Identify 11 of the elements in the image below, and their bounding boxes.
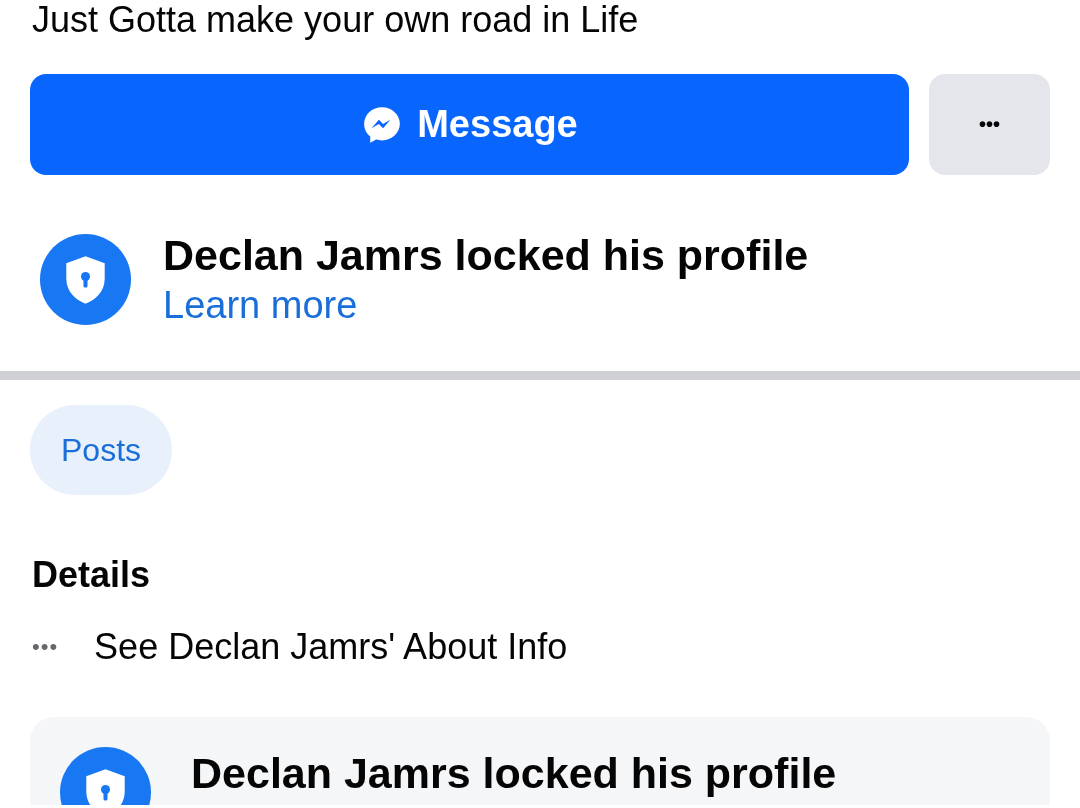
more-icon: ••• <box>32 634 59 660</box>
more-button[interactable]: ••• <box>929 74 1050 175</box>
bio-text: Just Gotta make your own road in Life <box>32 0 639 40</box>
lock-notice-title: Declan Jamrs locked his profile <box>191 748 837 799</box>
posts-tab[interactable]: Posts <box>30 405 173 495</box>
about-info-link[interactable]: See Declan Jamrs' About Info <box>94 625 568 669</box>
lock-notice-title: Declan Jamrs locked his profile <box>163 230 809 281</box>
details-heading: Details <box>32 553 151 597</box>
learn-more-link[interactable]: Learn more <box>163 281 358 329</box>
message-button[interactable]: Message <box>30 74 909 175</box>
shield-lock-icon <box>40 233 131 325</box>
